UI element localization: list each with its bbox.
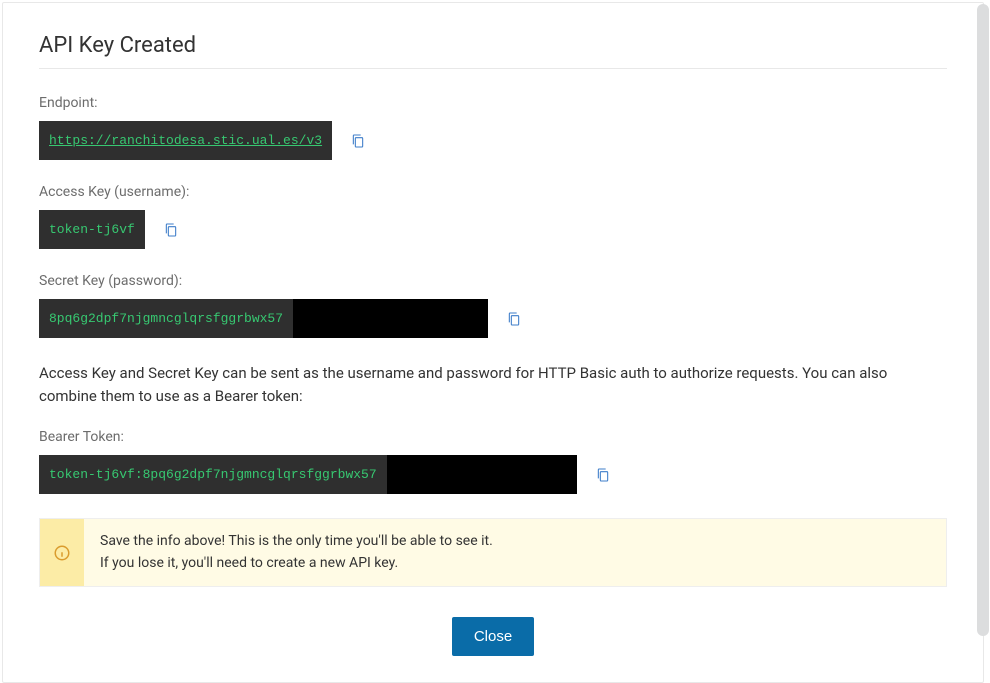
bearer-token-label: Bearer Token: xyxy=(39,429,947,445)
secret-key-label: Secret Key (password): xyxy=(39,273,947,289)
access-key-value: token-tj6vf xyxy=(39,210,145,249)
save-warning-banner: Save the info above! This is the only ti… xyxy=(39,518,947,587)
banner-line1: Save the info above! This is the only ti… xyxy=(100,531,493,553)
secret-key-value: 8pq6g2dpf7njgmncglqrsfggrbwx57 xyxy=(39,299,293,338)
masked-tail xyxy=(293,299,488,338)
description-text: Access Key and Secret Key can be sent as… xyxy=(39,362,947,407)
scrollbar-thumb[interactable] xyxy=(977,4,989,636)
secret-key-value-block: 8pq6g2dpf7njgmncglqrsfggrbwx57 xyxy=(39,299,488,338)
modal-title: API Key Created xyxy=(39,33,947,69)
banner-text: Save the info above! This is the only ti… xyxy=(84,519,509,586)
masked-tail xyxy=(387,455,577,494)
access-key-label: Access Key (username): xyxy=(39,184,947,200)
clipboard-icon[interactable] xyxy=(506,310,522,328)
access-key-row: token-tj6vf xyxy=(39,210,947,249)
api-key-created-modal: API Key Created Endpoint: https://ranchi… xyxy=(2,2,984,683)
close-button[interactable]: Close xyxy=(452,617,534,656)
clipboard-icon[interactable] xyxy=(350,132,366,150)
modal-footer: Close xyxy=(39,617,947,656)
bearer-token-value-block: token-tj6vf:8pq6g2dpf7njgmncglqrsfggrbwx… xyxy=(39,455,577,494)
bearer-token-value: token-tj6vf:8pq6g2dpf7njgmncglqrsfggrbwx… xyxy=(39,455,387,494)
endpoint-row: https://ranchitodesa.stic.ual.es/v3 xyxy=(39,121,947,160)
clipboard-icon[interactable] xyxy=(595,466,611,484)
secret-key-row: 8pq6g2dpf7njgmncglqrsfggrbwx57 xyxy=(39,299,947,338)
endpoint-value-pill: https://ranchitodesa.stic.ual.es/v3 xyxy=(39,121,332,160)
banner-line2: If you lose it, you'll need to create a … xyxy=(100,553,493,575)
bearer-token-row: token-tj6vf:8pq6g2dpf7njgmncglqrsfggrbwx… xyxy=(39,455,947,494)
endpoint-link[interactable]: https://ranchitodesa.stic.ual.es/v3 xyxy=(49,133,322,148)
endpoint-label: Endpoint: xyxy=(39,95,947,111)
clipboard-icon[interactable] xyxy=(163,221,179,239)
info-icon xyxy=(40,519,84,586)
